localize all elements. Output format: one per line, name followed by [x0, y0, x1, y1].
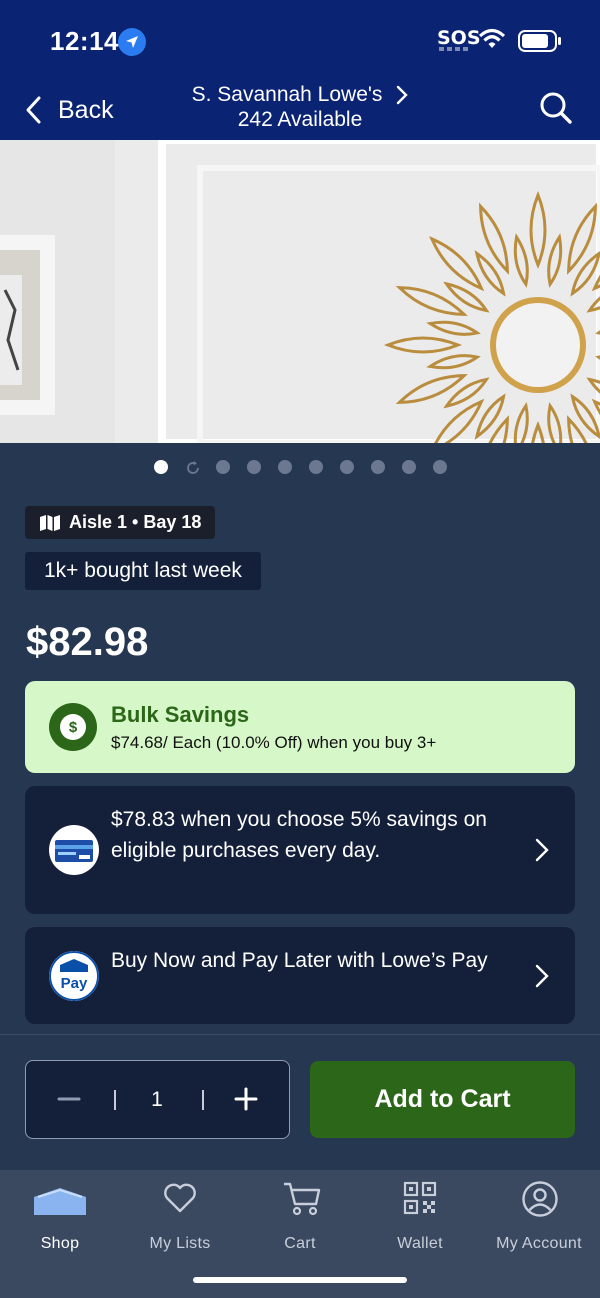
qr-code-icon — [403, 1181, 437, 1215]
pager-dot[interactable] — [432, 460, 447, 474]
rotate-360-icon[interactable] — [185, 460, 199, 474]
tab-my-account[interactable]: My Account — [479, 1180, 599, 1252]
store-availability: 242 Available — [237, 108, 363, 131]
tab-label: My Account — [496, 1235, 582, 1252]
back-button[interactable]: Back — [24, 92, 114, 128]
tab-label: My Lists — [149, 1235, 211, 1252]
map-icon — [40, 514, 60, 531]
pager-dot[interactable] — [401, 460, 416, 474]
lowes-pay-icon: Pay — [49, 951, 99, 1001]
popularity-badge: 1k+ bought last week — [25, 552, 261, 590]
battery-icon — [518, 30, 561, 52]
mirror-product-photo — [0, 140, 600, 443]
divider — [0, 1034, 600, 1035]
status-bar: 12:14 SOS — [0, 0, 600, 80]
popularity-text: 1k+ bought last week — [44, 559, 242, 582]
divider — [202, 1090, 204, 1110]
chevron-right-icon — [397, 85, 409, 104]
chevron-left-icon — [26, 96, 41, 124]
aisle-location-text: Aisle 1 • Bay 18 — [69, 512, 202, 532]
chevron-right-icon — [535, 964, 549, 988]
nav-bar: Back S. Savannah Lowe's 242 Available — [0, 80, 600, 140]
tab-shop[interactable]: Shop — [0, 1180, 120, 1252]
dollar-icon: $ — [49, 703, 97, 751]
status-time: 12:14 — [50, 26, 119, 56]
search-icon — [540, 92, 572, 124]
minus-icon[interactable] — [56, 1086, 82, 1112]
pager-dot[interactable] — [308, 460, 323, 474]
pager-dot[interactable] — [339, 460, 354, 474]
account-icon — [522, 1181, 558, 1217]
tab-cart[interactable]: Cart — [240, 1180, 360, 1252]
pager-dot[interactable] — [277, 460, 292, 474]
sos-indicator: SOS — [437, 27, 481, 49]
tab-wallet[interactable]: Wallet — [360, 1180, 480, 1252]
credit-offer-text: $78.83 when you choose 5% savings on eli… — [111, 808, 487, 862]
home-indicator[interactable] — [193, 1277, 407, 1283]
aisle-location-badge[interactable]: Aisle 1 • Bay 18 — [25, 506, 216, 539]
credit-offer-card[interactable]: $78.83 when you choose 5% savings on eli… — [25, 786, 575, 914]
bulk-savings-card: $ Bulk Savings $74.68/ Each (10.0% Off) … — [25, 681, 575, 773]
chevron-right-icon — [535, 838, 549, 862]
shop-icon — [34, 1188, 86, 1215]
store-selector[interactable]: S. Savannah Lowe's 242 Available — [150, 82, 450, 132]
product-image[interactable] — [0, 140, 600, 443]
quantity-stepper: 1 — [25, 1060, 290, 1139]
svg-text:Pay: Pay — [61, 975, 88, 992]
pager-dot[interactable] — [153, 460, 168, 474]
bulk-savings-title: Bulk Savings — [111, 702, 250, 727]
dollar-symbol: $ — [60, 714, 86, 740]
quantity-value[interactable]: 1 — [146, 1088, 168, 1112]
pager-dot[interactable] — [246, 460, 261, 474]
pager-dot[interactable] — [215, 460, 230, 474]
tab-my-lists[interactable]: My Lists — [120, 1180, 240, 1252]
credit-card-icon — [49, 825, 99, 875]
cart-icon — [284, 1182, 321, 1216]
tab-label: Cart — [284, 1235, 316, 1252]
heart-icon — [164, 1183, 196, 1213]
plus-icon[interactable] — [233, 1086, 259, 1112]
location-arrow-icon — [118, 28, 146, 56]
lowes-pay-card[interactable]: Pay Buy Now and Pay Later with Lowe’s Pa… — [25, 927, 575, 1024]
store-name: S. Savannah Lowe's — [191, 83, 383, 106]
divider — [114, 1090, 116, 1110]
add-to-cart-button[interactable]: Add to Cart — [310, 1061, 575, 1138]
search-button[interactable] — [538, 90, 574, 131]
tab-label: Shop — [40, 1235, 80, 1252]
wifi-icon — [478, 28, 506, 48]
signal-dots-icon — [439, 47, 468, 51]
image-pager[interactable] — [0, 460, 600, 474]
bulk-savings-description: $74.68/ Each (10.0% Off) when you buy 3+ — [111, 733, 437, 752]
back-label: Back — [58, 95, 114, 124]
tab-label: Wallet — [397, 1235, 443, 1252]
pager-dot[interactable] — [370, 460, 385, 474]
lowes-pay-text: Buy Now and Pay Later with Lowe’s Pay — [111, 949, 488, 972]
product-price: $82.98 — [26, 620, 149, 664]
